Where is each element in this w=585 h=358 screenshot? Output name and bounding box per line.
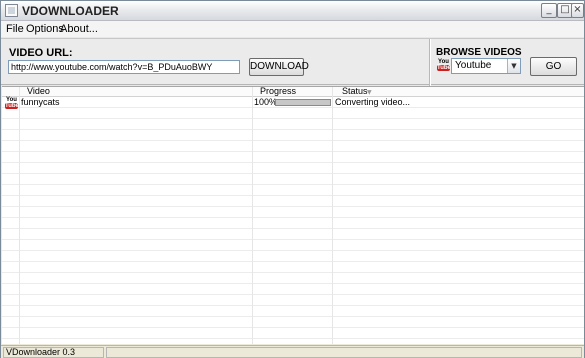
row-progress-fill [276,100,330,105]
close-button[interactable]: × [571,3,584,18]
column-header-status[interactable]: Status [342,87,368,97]
youtube-icon-tube: Tube [437,65,451,71]
panel-divider [429,39,431,86]
status-panel [106,347,582,358]
app-window: VDOWNLOADER _ □ × File Options About... … [0,0,585,358]
menu-bar: File Options About... [1,21,584,37]
list-header: Video Progress Status ▼ [2,87,584,97]
app-icon [5,4,18,17]
youtube-icon-tube: Tube [5,103,19,109]
status-bar: VDownloader 0.3 [1,345,584,358]
video-url-input[interactable] [8,60,240,74]
sort-arrow-icon: ▼ [367,89,372,96]
row-status: Converting video... [335,97,411,107]
download-list[interactable]: Video Progress Status ▼ You Tube funnyca… [2,86,584,344]
list-item[interactable]: You Tube funnycats 100% Converting video… [2,97,584,110]
window-title: VDOWNLOADER [22,4,119,18]
go-button[interactable]: GO [530,57,577,76]
video-url-label: VIDEO URL: [9,47,73,59]
row-progress-text: 100% [254,97,278,107]
video-source-value: Youtube [455,60,492,71]
menu-options[interactable]: Options [26,23,64,35]
chevron-down-icon[interactable]: ▼ [507,59,520,73]
download-button[interactable]: DOWNLOAD [249,58,309,76]
menu-about[interactable]: About... [60,23,98,35]
youtube-icon: You Tube [437,59,451,72]
menu-file[interactable]: File [6,23,24,35]
minimize-button[interactable]: _ [541,3,557,18]
column-header-video[interactable]: Video [27,87,50,97]
column-header-progress[interactable]: Progress [260,87,296,97]
browse-videos-label: BROWSE VIDEOS [436,47,522,58]
title-bar[interactable]: VDOWNLOADER _ □ × [1,1,584,21]
row-video-name: funnycats [21,97,60,107]
video-source-select[interactable]: Youtube ▼ [451,58,521,74]
column-separator [19,87,20,344]
top-panel: VIDEO URL: DOWNLOAD BROWSE VIDEOS You Tu… [1,38,584,86]
youtube-icon: You Tube [5,97,19,110]
column-separator [252,87,253,344]
status-text: VDownloader 0.3 [3,347,104,358]
column-separator [332,87,333,344]
list-body [2,97,584,344]
row-progress-bar [275,99,331,106]
